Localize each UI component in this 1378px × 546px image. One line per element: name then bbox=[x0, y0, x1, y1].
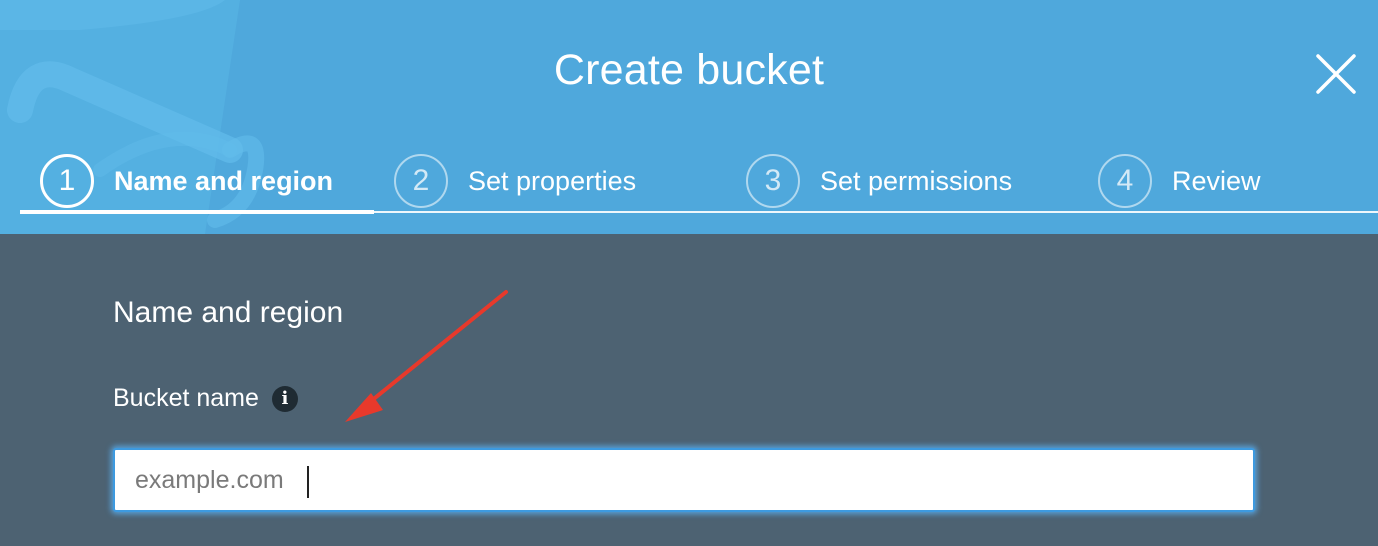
bucket-name-input[interactable] bbox=[115, 450, 1253, 510]
step-set-permissions[interactable]: 3 Set permissions bbox=[746, 150, 1012, 212]
wizard-steps: 1 Name and region 2 Set properties 3 Set… bbox=[20, 150, 1378, 214]
section-title: Name and region bbox=[113, 296, 344, 329]
active-step-indicator bbox=[20, 210, 374, 214]
step-set-properties[interactable]: 2 Set properties bbox=[394, 150, 636, 212]
step-label: Review bbox=[1172, 165, 1261, 196]
step-number-4: 4 bbox=[1098, 154, 1152, 208]
create-bucket-modal: Create bucket 1 Name and region 2 Set pr… bbox=[0, 0, 1378, 546]
bucket-name-label: Bucket name bbox=[113, 384, 259, 412]
info-icon[interactable]: i bbox=[271, 385, 298, 412]
step-number-2: 2 bbox=[394, 154, 448, 208]
modal-title: Create bucket bbox=[553, 46, 825, 94]
close-icon bbox=[1316, 54, 1356, 94]
bucket-name-field[interactable] bbox=[113, 448, 1255, 512]
modal-header: Create bucket 1 Name and region 2 Set pr… bbox=[0, 0, 1378, 234]
step-label: Name and region bbox=[114, 165, 334, 196]
step-label: Set properties bbox=[468, 165, 637, 196]
text-caret bbox=[307, 466, 309, 498]
step-number-1: 1 bbox=[40, 154, 94, 208]
step-label: Set permissions bbox=[820, 165, 1013, 196]
step-number-3: 3 bbox=[746, 154, 800, 208]
step-name-and-region[interactable]: 1 Name and region bbox=[40, 150, 333, 212]
step-review[interactable]: 4 Review bbox=[1098, 150, 1261, 212]
close-button[interactable] bbox=[1312, 50, 1360, 98]
bucket-name-label-row: Bucket name i bbox=[113, 384, 298, 413]
